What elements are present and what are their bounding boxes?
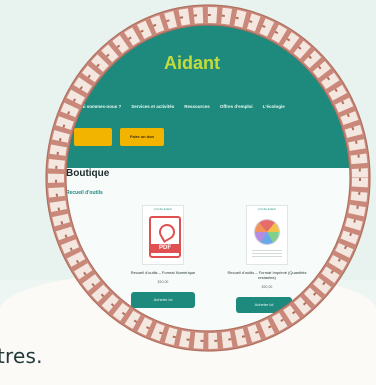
product-thumbnail[interactable]: proche aidant PDF bbox=[143, 206, 183, 264]
page-title: Boutique bbox=[66, 168, 110, 179]
site-header: Aidant Qui sommes-nous ? Services et act… bbox=[60, 18, 356, 168]
product-price: $10,00 bbox=[157, 280, 169, 284]
nav-item-ecology[interactable]: L'écologie bbox=[263, 104, 285, 116]
product-grid: proche aidant PDF Recueil d'outils – For… bbox=[118, 200, 348, 336]
category-link[interactable]: Recueil d'outils bbox=[66, 190, 103, 196]
product-title[interactable]: Recueil d'outils – Format Imprimé (Quant… bbox=[222, 270, 312, 280]
nav-item-jobs[interactable]: Offres d'emploi bbox=[220, 104, 253, 116]
donate-button[interactable]: Faire un don bbox=[120, 128, 164, 146]
product-card: proche aidant Recueil d'outils – Format … bbox=[222, 200, 312, 313]
buy-button[interactable]: Acheter ici bbox=[131, 292, 195, 308]
buy-button[interactable]: Acheter ici bbox=[236, 297, 292, 313]
pdf-label: PDF bbox=[151, 244, 179, 253]
main-nav: Qui sommes-nous ? Services et activités … bbox=[60, 104, 356, 116]
thumbnail-brand: proche aidant bbox=[258, 208, 276, 211]
thumbnail-brand: proche aidant bbox=[154, 208, 172, 211]
product-card: proche aidant PDF Recueil d'outils – For… bbox=[118, 200, 208, 308]
website-screenshot: Aidant Qui sommes-nous ? Services et act… bbox=[60, 18, 356, 336]
nav-item-about[interactable]: Qui sommes-nous ? bbox=[78, 104, 121, 116]
product-thumbnail[interactable]: proche aidant bbox=[247, 206, 287, 264]
nav-item-services[interactable]: Services et activités bbox=[131, 104, 174, 116]
product-price: $20,00 bbox=[261, 285, 273, 289]
thumbnail-text-lines bbox=[252, 250, 282, 258]
caption-text: tres. bbox=[0, 344, 43, 368]
header-buttons: Faire un don bbox=[74, 128, 164, 146]
acrobat-glyph-icon bbox=[156, 221, 178, 243]
header-button-1[interactable] bbox=[74, 128, 112, 146]
nav-item-resources[interactable]: Ressources bbox=[184, 104, 210, 116]
color-wheel-icon bbox=[255, 220, 279, 244]
product-title[interactable]: Recueil d'outils – Format Numérique bbox=[118, 270, 208, 275]
pdf-icon: PDF bbox=[149, 216, 181, 258]
site-title: Aidant bbox=[164, 53, 220, 73]
